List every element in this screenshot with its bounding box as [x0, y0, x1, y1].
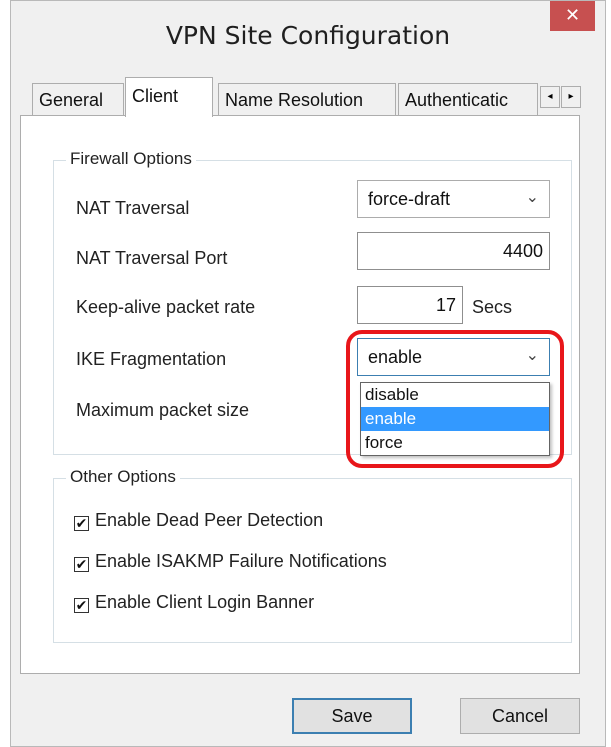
nat-traversal-select[interactable]: force-draft ⌄: [357, 180, 550, 218]
keepalive-unit-label: Secs: [472, 297, 513, 317]
isakmp-failure-label: Enable ISAKMP Failure Notifications: [95, 551, 387, 571]
ike-fragmentation-select[interactable]: enable ⌄: [357, 338, 550, 376]
nat-traversal-value: force-draft: [368, 189, 451, 209]
other-options-legend: Other Options: [66, 467, 180, 487]
nat-traversal-label: NAT Traversal: [76, 198, 190, 218]
client-login-banner-label: Enable Client Login Banner: [95, 592, 315, 612]
nat-traversal-port-label: NAT Traversal Port: [76, 248, 228, 268]
firewall-options-legend: Firewall Options: [66, 149, 196, 169]
check-icon: ✔: [75, 515, 88, 531]
keepalive-rate-input[interactable]: 17: [357, 286, 463, 324]
dead-peer-detection-label: Enable Dead Peer Detection: [95, 510, 324, 530]
tab-client[interactable]: Client: [125, 77, 213, 117]
close-icon: ✕: [564, 5, 581, 26]
dropdown-option-force[interactable]: force: [361, 431, 549, 455]
maximum-packet-size-label: Maximum packet size: [76, 400, 250, 420]
nat-traversal-port-input[interactable]: 4400: [357, 232, 550, 270]
client-login-banner-checkbox[interactable]: ✔: [74, 598, 89, 613]
client-login-banner-option[interactable]: ✔ Enable Client Login Banner: [74, 592, 314, 616]
save-button[interactable]: Save: [292, 698, 412, 734]
title-bar: VPN Site Configuration ✕: [11, 1, 605, 73]
dropdown-option-disable[interactable]: disable: [361, 383, 549, 407]
keepalive-rate-label: Keep-alive packet rate: [76, 297, 256, 317]
cancel-button[interactable]: Cancel: [460, 698, 580, 734]
tab-scroll-right-button[interactable]: ▸: [561, 86, 581, 108]
tab-general[interactable]: General: [32, 83, 124, 115]
ike-fragmentation-dropdown: disable enable force: [360, 382, 550, 456]
isakmp-failure-checkbox[interactable]: ✔: [74, 557, 89, 572]
tab-name-resolution[interactable]: Name Resolution: [218, 83, 396, 115]
close-button[interactable]: ✕: [550, 1, 595, 31]
ike-fragmentation-value: enable: [368, 347, 423, 367]
check-icon: ✔: [75, 597, 88, 613]
dead-peer-detection-checkbox[interactable]: ✔: [74, 516, 89, 531]
arrow-left-icon: ◂: [547, 91, 553, 102]
dead-peer-detection-option[interactable]: ✔ Enable Dead Peer Detection: [74, 510, 323, 534]
isakmp-failure-option[interactable]: ✔ Enable ISAKMP Failure Notifications: [74, 551, 387, 575]
chevron-down-icon: ⌄: [525, 189, 539, 206]
dropdown-option-enable[interactable]: enable: [361, 407, 549, 431]
tab-authentication[interactable]: Authenticatic: [398, 83, 538, 115]
tab-scroll-left-button[interactable]: ◂: [540, 86, 560, 108]
ike-fragmentation-label: IKE Fragmentation: [76, 349, 227, 369]
arrow-right-icon: ▸: [568, 91, 574, 102]
chevron-down-icon: ⌄: [525, 347, 539, 364]
window-title: VPN Site Configuration: [165, 21, 451, 50]
check-icon: ✔: [75, 556, 88, 572]
